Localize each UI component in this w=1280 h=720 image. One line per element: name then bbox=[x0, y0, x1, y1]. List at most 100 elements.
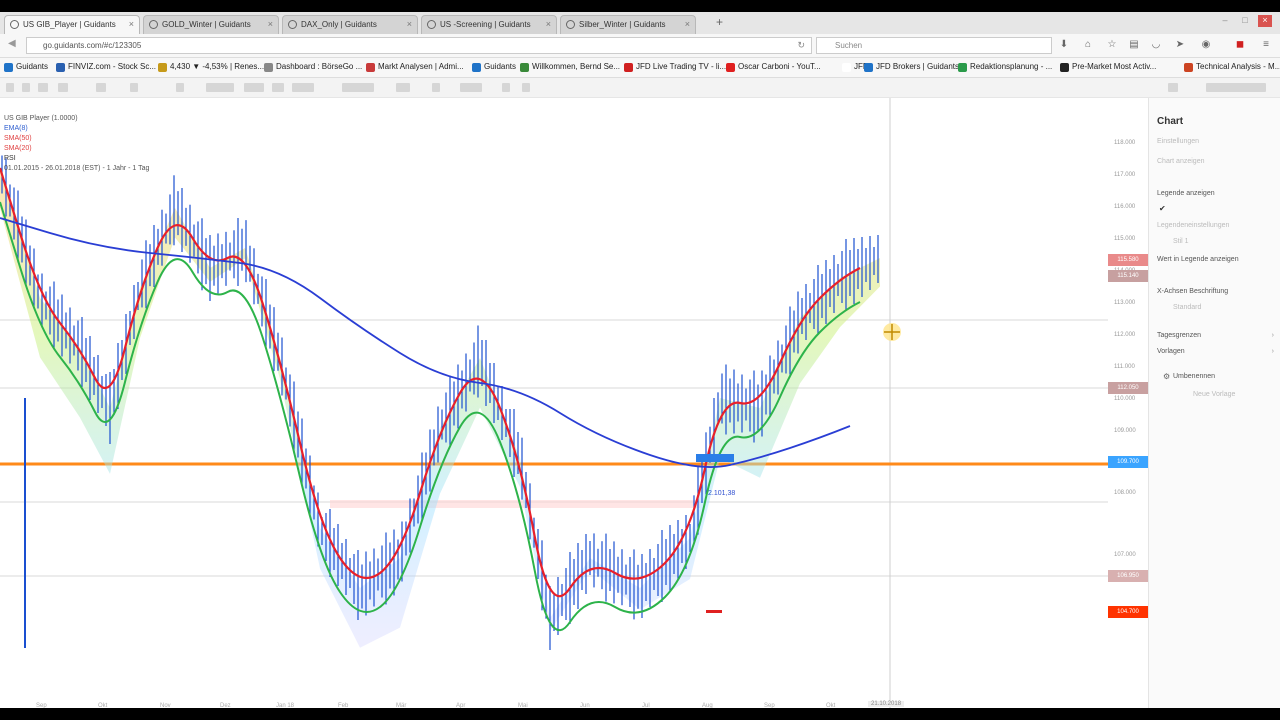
bookmark-item[interactable]: JFD Brokers | Guidants bbox=[864, 62, 959, 72]
setting-chart-anzeigen[interactable]: Chart anzeigen bbox=[1157, 158, 1204, 165]
legend-ema[interactable]: EMA(8) bbox=[4, 124, 149, 134]
tab-label: US -Screening | Guidants bbox=[440, 20, 531, 29]
tool-layout-button[interactable] bbox=[342, 83, 374, 92]
setting-legendeneinstellungen[interactable]: Legendeneinstellungen bbox=[1157, 222, 1229, 229]
maximize-icon[interactable]: □ bbox=[1238, 15, 1252, 27]
tool-delete-icon[interactable] bbox=[522, 83, 530, 92]
x-tick-label: Mai bbox=[518, 703, 528, 708]
tool-export-button[interactable] bbox=[460, 83, 482, 92]
price-chart[interactable] bbox=[0, 98, 1148, 708]
tool-text-icon[interactable] bbox=[130, 83, 138, 92]
tool-pointer-icon[interactable] bbox=[6, 83, 14, 92]
bookmark-item[interactable]: Guidants bbox=[472, 62, 516, 72]
tab-us-screening[interactable]: US -Screening | Guidants × bbox=[421, 15, 557, 34]
close-tab-icon[interactable]: × bbox=[129, 16, 134, 33]
new-tab-button[interactable]: + bbox=[716, 15, 723, 29]
tool-line-icon[interactable] bbox=[58, 83, 68, 92]
y-tick-label: 109.000 bbox=[1114, 428, 1136, 434]
close-tab-icon[interactable]: × bbox=[268, 16, 273, 33]
price-tag[interactable]: 112.050 bbox=[1108, 382, 1148, 394]
tool-list-icon[interactable] bbox=[38, 83, 48, 92]
bookmark-item[interactable]: Oscar Carboni - YouT... bbox=[726, 62, 821, 72]
bookmark-item[interactable]: Markt Analysen | Admi... bbox=[366, 62, 464, 72]
y-tick-label: 110.000 bbox=[1114, 396, 1136, 402]
setting-standard[interactable]: Standard bbox=[1173, 304, 1201, 311]
tool-account-button[interactable] bbox=[1206, 83, 1266, 92]
bookmark-item[interactable]: Pre-Market Most Activ... bbox=[1060, 62, 1156, 72]
setting-einstellungen[interactable]: Einstellungen bbox=[1157, 138, 1199, 145]
legende-checkbox[interactable]: ✔ bbox=[1159, 204, 1166, 213]
library-icon[interactable]: ▤ bbox=[1128, 39, 1140, 51]
price-tag[interactable]: 109.700 bbox=[1108, 456, 1148, 468]
tool-period-button[interactable] bbox=[244, 83, 264, 92]
tab-strip: US GIB_Player | Guidants × GOLD_Winter |… bbox=[0, 12, 1280, 34]
chevron-right-icon[interactable]: › bbox=[1272, 332, 1274, 339]
bookmark-item[interactable]: 4,430 ▼ -4,53% | Renes... bbox=[158, 62, 264, 72]
legend-rsi[interactable]: RSI bbox=[4, 154, 149, 164]
tab-label: Silber_Winter | Guidants bbox=[579, 20, 666, 29]
tool-indicator-button[interactable] bbox=[206, 83, 234, 92]
legend-sma20[interactable]: SMA(20) bbox=[4, 144, 149, 154]
send-icon[interactable]: ➤ bbox=[1174, 39, 1186, 51]
price-tag[interactable]: 104.700 bbox=[1108, 606, 1148, 618]
setting-x-achsen[interactable]: X-Achsen Beschriftung bbox=[1157, 288, 1228, 295]
download-icon[interactable]: ⬇ bbox=[1058, 39, 1070, 51]
bookmark-item[interactable]: Redaktionsplanung - ... bbox=[958, 62, 1052, 72]
tool-compare-button[interactable] bbox=[272, 83, 284, 92]
home-icon[interactable]: ⌂ bbox=[1082, 39, 1094, 51]
setting-umbenennen[interactable]: Umbenennen bbox=[1173, 373, 1215, 380]
legend-sma50[interactable]: SMA(50) bbox=[4, 134, 149, 144]
addon-icon[interactable]: ◉ bbox=[1200, 39, 1212, 51]
url-field[interactable]: go.guidants.com/#c/123305 ↻ bbox=[26, 37, 812, 54]
bookmark-item[interactable]: Dashboard : BörseGo ... bbox=[264, 62, 362, 72]
tool-arrow-icon[interactable] bbox=[176, 83, 184, 92]
tab-favicon-icon bbox=[288, 20, 297, 29]
chevron-right-icon[interactable]: › bbox=[1272, 348, 1274, 355]
search-field[interactable]: Suchen bbox=[816, 37, 1052, 54]
tool-draw-icon[interactable] bbox=[22, 83, 30, 92]
bookmark-item[interactable]: Guidants bbox=[4, 62, 48, 72]
tool-zoom-button[interactable] bbox=[396, 83, 410, 92]
tool-settings-icon[interactable] bbox=[1168, 83, 1178, 92]
tool-lock-icon[interactable] bbox=[502, 83, 510, 92]
price-tag[interactable]: 115.140 bbox=[1108, 270, 1148, 282]
y-tick-label: 112.000 bbox=[1114, 332, 1136, 338]
back-icon[interactable]: ◀ bbox=[8, 38, 16, 49]
price-tag[interactable]: 106.950 bbox=[1108, 570, 1148, 582]
x-tick-label: Okt bbox=[826, 703, 836, 708]
setting-tagesgrenzen[interactable]: Tagesgrenzen bbox=[1157, 332, 1201, 339]
setting-legende-anzeigen[interactable]: Legende anzeigen bbox=[1157, 190, 1215, 197]
setting-stil[interactable]: Stil 1 bbox=[1173, 238, 1189, 245]
tool-template-button[interactable] bbox=[292, 83, 314, 92]
chart-area[interactable]: US GIB Player (1.0000) EMA(8) SMA(50) SM… bbox=[0, 98, 1148, 708]
bookmark-item[interactable]: FINVIZ.com - Stock Sc... bbox=[56, 62, 156, 72]
minimize-icon[interactable]: – bbox=[1218, 15, 1232, 27]
bookmark-item[interactable]: Technical Analysis - M... bbox=[1184, 62, 1280, 72]
close-tab-icon[interactable]: × bbox=[407, 16, 412, 33]
star-icon[interactable]: ☆ bbox=[1106, 39, 1118, 51]
tool-shape-icon[interactable] bbox=[96, 83, 106, 92]
tab-silber-winter[interactable]: Silber_Winter | Guidants × bbox=[560, 15, 696, 34]
tab-dax-only[interactable]: DAX_Only | Guidants × bbox=[282, 15, 418, 34]
price-tag[interactable]: 115.580 bbox=[1108, 254, 1148, 266]
close-tab-icon[interactable]: × bbox=[546, 16, 551, 33]
setting-vorlagen[interactable]: Vorlagen bbox=[1157, 348, 1185, 355]
tool-bars-icon[interactable] bbox=[432, 83, 440, 92]
tab-us-gib-player[interactable]: US GIB_Player | Guidants × bbox=[4, 15, 140, 34]
y-tick-label: 115.000 bbox=[1114, 236, 1136, 242]
setting-wert-in-legende[interactable]: Wert in Legende anzeigen bbox=[1157, 256, 1239, 263]
close-tab-icon[interactable]: × bbox=[685, 16, 690, 33]
panel-title: Chart bbox=[1157, 116, 1184, 127]
x-tick-label: Dez bbox=[220, 703, 231, 708]
tab-gold-winter[interactable]: GOLD_Winter | Guidants × bbox=[143, 15, 279, 34]
chart-toolbar bbox=[0, 78, 1280, 98]
setting-neue-vorlage[interactable]: Neue Vorlage bbox=[1193, 391, 1235, 398]
x-tick-label: Jul bbox=[642, 703, 650, 708]
bookmark-item[interactable]: JFD Live Trading TV - li... bbox=[624, 62, 726, 72]
bookmark-item[interactable]: Willkommen, Bernd Se... bbox=[520, 62, 620, 72]
menu-icon[interactable]: ≡ bbox=[1260, 39, 1272, 51]
pocket-icon[interactable]: ◡ bbox=[1150, 39, 1162, 51]
extension-icon[interactable]: ◼ bbox=[1234, 39, 1246, 51]
reload-icon[interactable]: ↻ bbox=[797, 38, 805, 53]
close-window-icon[interactable]: × bbox=[1258, 15, 1272, 27]
